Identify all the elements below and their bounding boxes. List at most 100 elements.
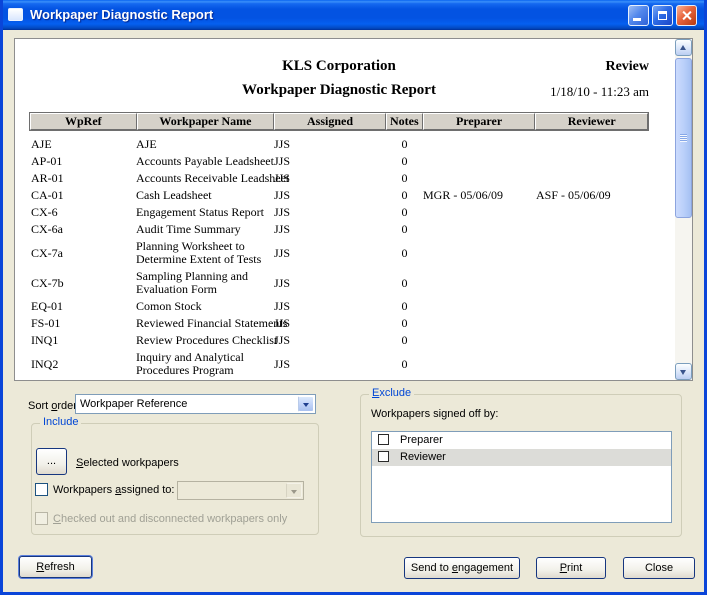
maximize-button[interactable] — [652, 5, 673, 26]
window-title: Workpaper Diagnostic Report — [30, 0, 213, 30]
table-cell — [423, 252, 536, 254]
select-workpapers-button[interactable]: ... — [36, 448, 67, 475]
table-cell: 0 — [386, 154, 423, 169]
table-cell — [423, 161, 536, 163]
scroll-up-icon — [680, 45, 686, 50]
table-row: CA-01Cash LeadsheetJJS0MGR - 05/06/09ASF… — [29, 187, 649, 204]
checked-out-label: Checked out and disconnected workpapers … — [53, 513, 287, 525]
table-cell: CX-6a — [29, 222, 136, 237]
scroll-down-button[interactable] — [675, 363, 692, 380]
table-cell — [536, 161, 649, 163]
table-cell — [536, 178, 649, 180]
scrollbar-thumb[interactable] — [675, 58, 692, 218]
table-cell: JJS — [274, 171, 386, 186]
table-cell: Review Procedures Checklist — [136, 333, 274, 348]
table-cell: 0 — [386, 137, 423, 152]
table-cell — [423, 212, 536, 214]
scroll-up-button[interactable] — [675, 39, 692, 56]
table-row: INQ2Inquiry and Analytical Procedures Pr… — [29, 349, 649, 379]
table-cell: JJS — [274, 137, 386, 152]
exclude-list[interactable]: PreparerReviewer — [371, 431, 672, 523]
table-cell: Cash Leadsheet — [136, 188, 274, 203]
send-to-engagement-button[interactable]: Send to engagement — [404, 557, 520, 579]
checkbox[interactable] — [378, 434, 389, 445]
table-cell — [536, 340, 649, 342]
table-cell: Sampling Planning and Evaluation Form — [136, 269, 274, 297]
print-button[interactable]: Print — [536, 557, 606, 579]
table-cell: INQ1 — [29, 333, 136, 348]
scrollbar-grip-icon — [680, 134, 687, 142]
table-cell: 0 — [386, 205, 423, 220]
column-header-notes: Notes — [386, 113, 423, 130]
table-cell — [536, 212, 649, 214]
table-row: CX-6aAudit Time SummaryJJS0 — [29, 221, 649, 238]
table-row: INQ3Review Reporting ChecklistJJS1 — [29, 379, 649, 380]
workpapers-assigned-label: Workpapers assigned to: — [53, 484, 174, 496]
table-cell: JJS — [274, 246, 386, 261]
table-cell — [536, 363, 649, 365]
table-row: CX-7bSampling Planning and Evaluation Fo… — [29, 268, 649, 298]
table-cell: AR-01 — [29, 171, 136, 186]
table-cell — [423, 363, 536, 365]
table-cell: ASF - 05/06/09 — [536, 188, 649, 203]
table-cell — [536, 252, 649, 254]
sort-order-dropdown[interactable]: Workpaper Reference — [75, 394, 316, 414]
table-cell: Planning Worksheet to Determine Extent o… — [136, 239, 274, 267]
table-row: AJEAJEJJS0 — [29, 136, 649, 153]
table-cell — [423, 178, 536, 180]
table-cell: CA-01 — [29, 188, 136, 203]
scroll-down-icon — [680, 370, 686, 375]
table-cell: 0 — [386, 333, 423, 348]
table-cell — [536, 323, 649, 325]
table-cell — [423, 229, 536, 231]
table-row: CX-7aPlanning Worksheet to Determine Ext… — [29, 238, 649, 268]
table-cell: 0 — [386, 246, 423, 261]
exclude-item-preparer[interactable]: Preparer — [372, 432, 671, 449]
maximize-icon — [658, 11, 667, 20]
checkbox[interactable] — [378, 451, 389, 462]
table-cell: CX-7b — [29, 276, 136, 291]
table-cell: JJS — [274, 222, 386, 237]
table-cell: Accounts Payable Leadsheet — [136, 154, 274, 169]
table-cell: INQ2 — [29, 357, 136, 372]
workpaper-diagnostic-report-dialog: Workpaper Diagnostic Report KLS Corporat… — [0, 0, 707, 595]
signed-off-by-label: Workpapers signed off by: — [371, 408, 498, 420]
table-cell — [536, 229, 649, 231]
column-header-reviewer: Reviewer — [535, 113, 648, 130]
vertical-scrollbar[interactable] — [675, 39, 692, 380]
table-cell: 0 — [386, 222, 423, 237]
report-datetime: 1/18/10 - 11:23 am — [550, 84, 649, 100]
title-bar[interactable]: Workpaper Diagnostic Report — [0, 0, 707, 30]
table-row: EQ-01Comon StockJJS0 — [29, 298, 649, 315]
exclude-item-label: Reviewer — [400, 449, 446, 466]
minimize-button[interactable] — [628, 5, 649, 26]
table-cell: AP-01 — [29, 154, 136, 169]
table-cell: EQ-01 — [29, 299, 136, 314]
selected-workpapers-label: Selected workpapers — [76, 457, 179, 469]
column-header-assigned: Assigned — [274, 113, 386, 130]
exclude-item-reviewer[interactable]: Reviewer — [372, 449, 671, 466]
table-cell: Inquiry and Analytical Procedures Progra… — [136, 350, 274, 378]
report-preview-panel: KLS Corporation Review Workpaper Diagnos… — [14, 38, 693, 381]
table-cell: AJE — [136, 137, 274, 152]
column-header-workpaper-name: Workpaper Name — [137, 113, 275, 130]
sort-order-dropdown-button[interactable] — [298, 396, 314, 412]
table-cell — [423, 144, 536, 146]
close-button[interactable] — [676, 5, 697, 26]
workpapers-assigned-checkbox[interactable] — [35, 483, 48, 496]
table-cell — [423, 282, 536, 284]
table-cell: 0 — [386, 171, 423, 186]
report-content: KLS Corporation Review Workpaper Diagnos… — [15, 39, 675, 380]
table-cell: JJS — [274, 154, 386, 169]
table-cell: CX-6 — [29, 205, 136, 220]
refresh-button[interactable]: Refresh — [19, 556, 92, 578]
table-cell — [536, 144, 649, 146]
table-cell: CX-7a — [29, 246, 136, 261]
close-dialog-button[interactable]: Close — [623, 557, 695, 579]
table-cell: 0 — [386, 188, 423, 203]
checked-out-checkbox — [35, 512, 48, 525]
include-group: Include ... Selected workpapers Workpape… — [31, 423, 319, 535]
table-cell: Audit Time Summary — [136, 222, 274, 237]
table-cell — [536, 306, 649, 308]
table-cell — [536, 282, 649, 284]
